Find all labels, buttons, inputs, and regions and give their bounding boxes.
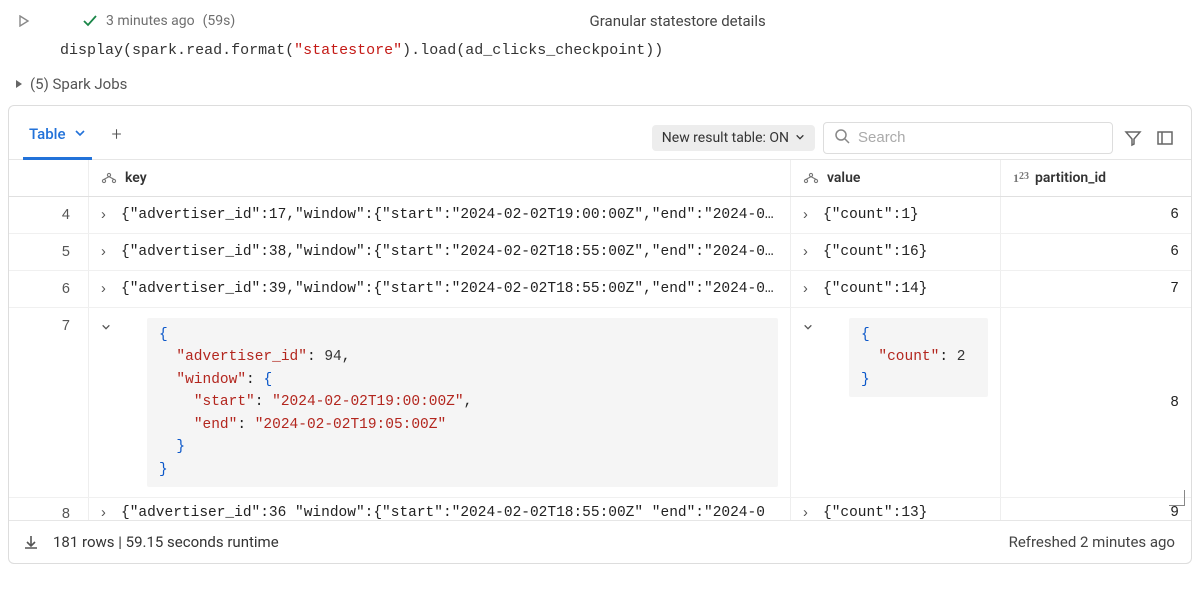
- json-expanded-value: { "count": 2 }: [849, 318, 988, 397]
- filter-icon[interactable]: [1121, 126, 1145, 150]
- cell-partition-id: 7: [1013, 281, 1179, 297]
- tab-table[interactable]: Table: [23, 117, 92, 160]
- cell-value: {"count":16}: [823, 244, 988, 260]
- search-input[interactable]: [858, 129, 1102, 146]
- row-number: 6: [9, 271, 89, 307]
- row-number: 7: [9, 308, 89, 497]
- tab-label: Table: [29, 125, 66, 143]
- cell-key: {"advertiser_id":36 "window":{"start":"2…: [121, 505, 778, 520]
- struct-type-icon: [101, 172, 117, 184]
- table-row[interactable]: 4 › {"advertiser_id":17,"window":{"start"…: [9, 197, 1191, 234]
- download-icon[interactable]: [23, 534, 39, 550]
- spark-jobs-label: (5) Spark Jobs: [30, 75, 127, 93]
- expand-caret-icon[interactable]: ›: [803, 207, 815, 223]
- row-number: 4: [9, 197, 89, 233]
- expand-caret-icon[interactable]: ›: [803, 281, 815, 297]
- cell-key: {"advertiser_id":39,"window":{"start":"2…: [121, 281, 778, 297]
- caret-right-icon: [16, 80, 22, 88]
- cell-title: Granular statestore details: [171, 12, 1184, 30]
- cell-value: {"count":13}: [823, 505, 988, 520]
- table-row-expanded[interactable]: 7 { "advertiser_id": 94, "window": { "st…: [9, 308, 1191, 498]
- expand-caret-icon[interactable]: ›: [101, 207, 113, 223]
- expand-caret-icon[interactable]: ›: [101, 244, 113, 260]
- row-number: 5: [9, 234, 89, 270]
- cell-key: {"advertiser_id":38,"window":{"start":"2…: [121, 244, 778, 260]
- cell-partition-id: 6: [1013, 244, 1179, 260]
- expand-caret-icon[interactable]: ›: [803, 505, 815, 520]
- column-header-key[interactable]: key: [89, 160, 791, 196]
- cell-key: {"advertiser_id":17,"window":{"start":"2…: [121, 207, 778, 223]
- expand-caret-icon[interactable]: ›: [101, 281, 113, 297]
- collapse-caret-icon[interactable]: [101, 322, 113, 332]
- chevron-down-icon: [74, 125, 86, 143]
- cell-partition-id: 6: [1013, 207, 1179, 223]
- run-cell-button[interactable]: [16, 13, 32, 29]
- table-row[interactable]: 6 › {"advertiser_id":39,"window":{"start"…: [9, 271, 1191, 308]
- expand-caret-icon[interactable]: ›: [101, 505, 113, 520]
- expand-corner-icon[interactable]: [1169, 490, 1185, 506]
- results-panel: Table + New result table: ON: [8, 105, 1192, 564]
- row-number-header: [9, 160, 89, 196]
- success-check-icon: [82, 13, 98, 29]
- refreshed-label: Refreshed 2 minutes ago: [1009, 533, 1175, 551]
- code-cell[interactable]: display(spark.read.format("statestore").…: [8, 34, 1192, 67]
- result-table-toggle[interactable]: New result table: ON: [652, 125, 815, 151]
- column-header-partition-id[interactable]: 123 partition_id: [1001, 160, 1191, 196]
- chevron-down-icon: [795, 130, 805, 146]
- cell-partition-id: 9: [1013, 505, 1179, 520]
- results-table: key value 123 partition_id 4 › {"advertis…: [9, 160, 1191, 520]
- struct-type-icon: [803, 172, 819, 184]
- expand-caret-icon[interactable]: ›: [803, 244, 815, 260]
- spark-jobs-toggle[interactable]: (5) Spark Jobs: [8, 67, 1192, 101]
- row-count: 181 rows | 59.15 seconds runtime: [53, 533, 279, 551]
- table-row[interactable]: 5 › {"advertiser_id":38,"window":{"start"…: [9, 234, 1191, 271]
- add-tab-button[interactable]: +: [100, 116, 132, 159]
- table-row[interactable]: 8 › {"advertiser_id":36 "window":{"start"…: [9, 498, 1191, 520]
- row-number: 8: [9, 498, 89, 520]
- search-box[interactable]: [823, 122, 1113, 154]
- json-expanded-key: { "advertiser_id": 94, "window": { "star…: [147, 318, 778, 487]
- cell-value: {"count":14}: [823, 281, 988, 297]
- dropdown-label: New result table: ON: [662, 130, 789, 146]
- numeric-type-icon: 123: [1013, 171, 1029, 186]
- search-icon: [834, 128, 850, 148]
- cell-value: {"count":1}: [823, 207, 988, 223]
- cell-partition-id: 8: [1013, 395, 1179, 411]
- collapse-caret-icon[interactable]: [803, 322, 815, 332]
- column-header-value[interactable]: value: [791, 160, 1001, 196]
- column-layout-icon[interactable]: [1153, 126, 1177, 150]
